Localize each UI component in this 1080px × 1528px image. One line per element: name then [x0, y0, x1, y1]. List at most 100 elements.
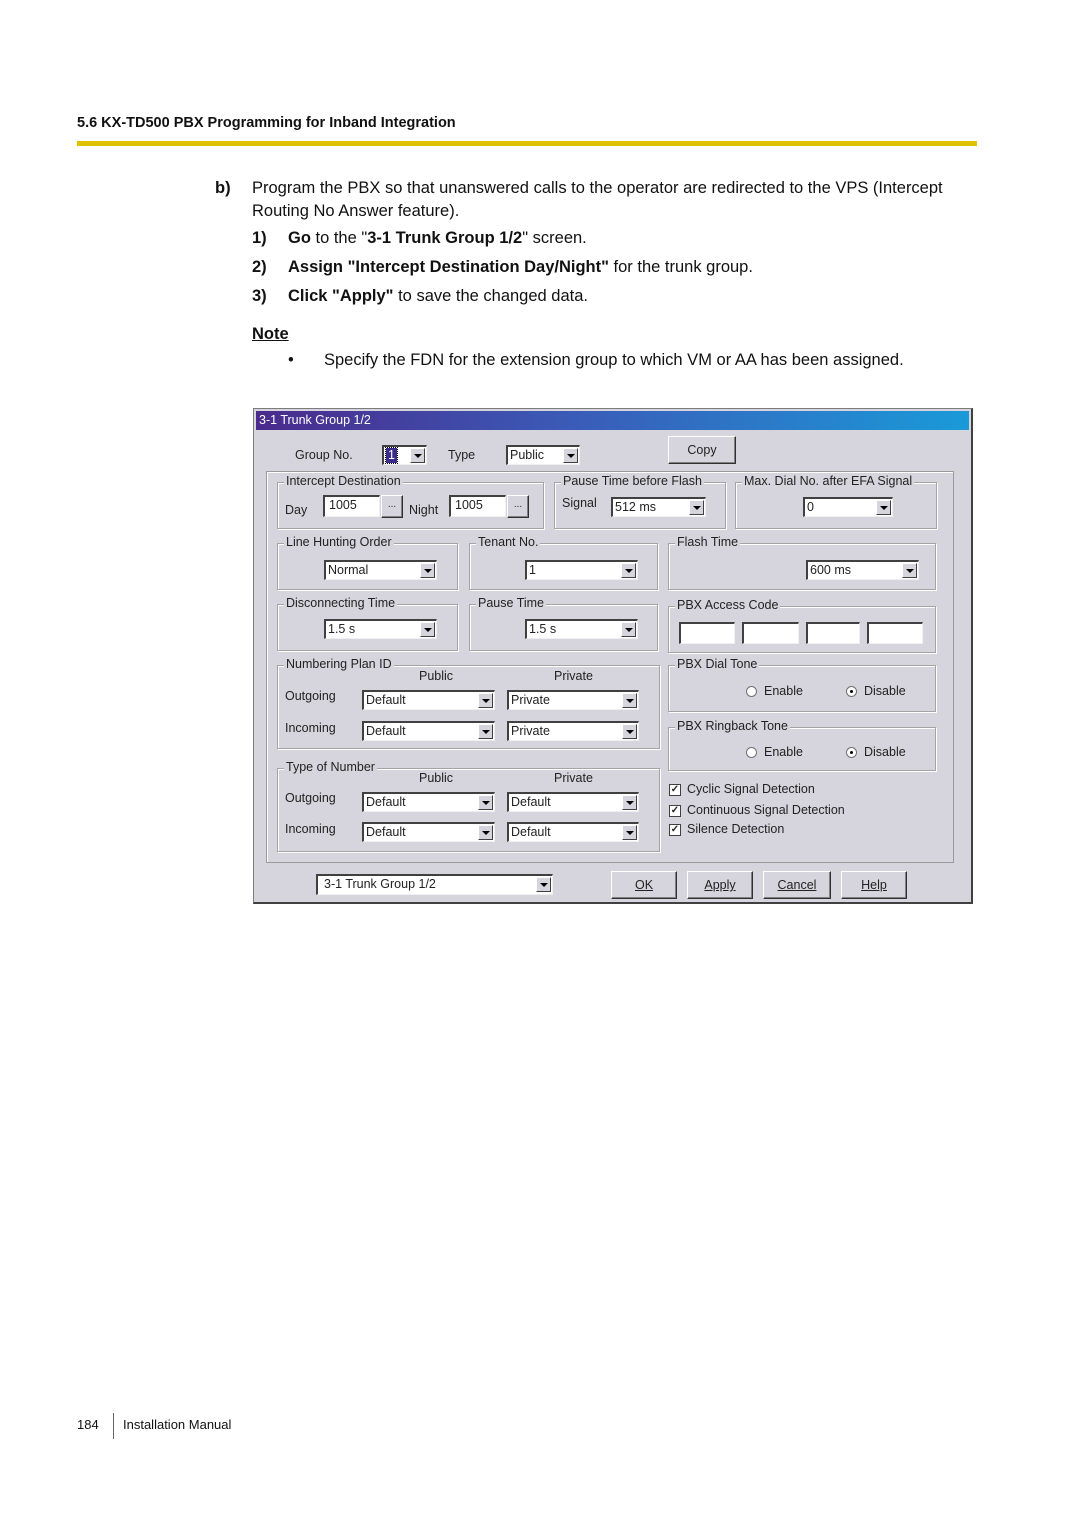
incoming-label: Incoming	[285, 721, 336, 735]
group-title: PBX Access Code	[675, 598, 781, 612]
pbx-access-code-input-3[interactable]	[806, 622, 860, 644]
ringback-tone-disable-radio[interactable]	[846, 747, 857, 758]
night-browse-button[interactable]: ...	[507, 495, 529, 518]
type-of-number-incoming-public-select[interactable]: Default	[362, 822, 495, 842]
flash-time-select[interactable]: 600 ms	[806, 560, 919, 580]
max-dial-no-select[interactable]: 0	[803, 497, 893, 517]
outgoing-label: Outgoing	[285, 689, 336, 703]
numbering-plan-incoming-public-select[interactable]: Default	[362, 721, 495, 741]
select-value: 1.5 s	[529, 622, 557, 636]
silence-detection-checkbox[interactable]: ✓	[669, 824, 681, 836]
note-label: Note	[252, 325, 289, 343]
apply-button[interactable]: Apply	[687, 871, 753, 899]
group-no-select[interactable]: 1	[382, 445, 427, 465]
trunk-group-dialog: 3-1 Trunk Group 1/2 Group No. 1 Type Pub…	[253, 408, 973, 904]
type-of-number-outgoing-public-select[interactable]: Default	[362, 792, 495, 812]
pbx-access-code-input-2[interactable]	[742, 622, 799, 644]
chevron-down-icon[interactable]	[478, 795, 493, 810]
chevron-down-icon[interactable]	[478, 724, 493, 739]
tenant-no-group: Tenant No. 1	[469, 535, 658, 590]
line-hunting-order-select[interactable]: Normal	[324, 560, 437, 580]
numbering-plan-outgoing-public-select[interactable]: Default	[362, 690, 495, 710]
instruction-label: b)	[215, 179, 231, 197]
group-title: Disconnecting Time	[284, 596, 398, 610]
continuous-signal-detection-checkbox[interactable]: ✓	[669, 805, 681, 817]
group-title: Intercept Destination	[284, 474, 403, 488]
step-number: 2)	[252, 258, 267, 276]
dial-tone-disable-radio[interactable]	[846, 686, 857, 697]
pbx-access-code-input-1[interactable]	[679, 622, 735, 644]
night-input[interactable]: 1005	[449, 495, 506, 517]
chevron-down-icon[interactable]	[478, 825, 493, 840]
numbering-plan-outgoing-private-select[interactable]: Private	[507, 690, 639, 710]
select-value: Private	[511, 724, 550, 738]
chevron-down-icon[interactable]	[622, 795, 637, 810]
checkbox-label: Silence Detection	[687, 822, 785, 836]
chevron-down-icon[interactable]	[536, 877, 551, 892]
group-no-value: 1	[385, 447, 398, 464]
screen-selector[interactable]: 3-1 Trunk Group 1/2	[316, 874, 553, 895]
chevron-down-icon[interactable]	[410, 448, 425, 463]
step-bold: 3-1 Trunk Group 1/2	[367, 229, 523, 247]
day-input[interactable]: 1005	[323, 495, 380, 517]
select-value: Default	[511, 795, 551, 809]
checkbox-label: Continuous Signal Detection	[687, 803, 845, 817]
button-label: Apply	[704, 878, 736, 892]
chevron-down-icon[interactable]	[563, 448, 578, 463]
pbx-access-code-group: PBX Access Code	[668, 598, 936, 653]
line-hunting-order-group: Line Hunting Order Normal	[277, 535, 458, 590]
step-bold: Click "Apply"	[288, 287, 394, 305]
chevron-down-icon[interactable]	[622, 693, 637, 708]
select-value: Default	[366, 724, 406, 738]
step-plain: " screen.	[522, 229, 587, 247]
dial-tone-enable-radio[interactable]	[746, 686, 757, 697]
group-title: Type of Number	[284, 760, 377, 774]
step-plain: to save the changed data.	[393, 287, 588, 305]
cancel-button[interactable]: Cancel	[763, 871, 831, 899]
max-dial-no-group: Max. Dial No. after EFA Signal 0	[735, 474, 937, 529]
help-button[interactable]: Help	[841, 871, 907, 899]
group-no-label: Group No.	[295, 448, 353, 462]
dialog-title: 3-1 Trunk Group 1/2	[259, 413, 371, 427]
button-label: Cancel	[777, 878, 817, 892]
step-plain: for the trunk group.	[608, 258, 753, 276]
chevron-down-icon[interactable]	[622, 724, 637, 739]
pause-time-select[interactable]: 1.5 s	[525, 619, 638, 639]
select-value: Normal	[328, 563, 369, 577]
chevron-down-icon[interactable]	[622, 825, 637, 840]
column-header-private: Private	[554, 669, 593, 683]
select-value: 0	[807, 500, 814, 514]
type-select[interactable]: Public	[506, 445, 580, 465]
disconnecting-time-select[interactable]: 1.5 s	[324, 619, 437, 639]
step-text: Assign "Intercept Destination Day/Night"…	[288, 256, 753, 279]
group-title: PBX Ringback Tone	[675, 719, 790, 733]
flash-time-group: Flash Time 600 ms	[668, 535, 936, 590]
chevron-down-icon[interactable]	[420, 622, 435, 637]
chevron-down-icon[interactable]	[876, 500, 891, 515]
ok-button[interactable]: OK	[611, 871, 677, 899]
chevron-down-icon[interactable]	[902, 563, 917, 578]
ringback-tone-enable-radio[interactable]	[746, 747, 757, 758]
chevron-down-icon[interactable]	[420, 563, 435, 578]
chevron-down-icon[interactable]	[478, 693, 493, 708]
day-browse-button[interactable]: ...	[381, 495, 403, 518]
note-text: Specify the FDN for the extension group …	[324, 351, 904, 369]
step-bold: Go	[288, 229, 311, 247]
copy-button[interactable]: Copy	[668, 436, 736, 464]
type-of-number-group: Type of Number Public Private Outgoing I…	[277, 760, 660, 852]
type-of-number-incoming-private-select[interactable]: Default	[507, 822, 639, 842]
outgoing-label: Outgoing	[285, 791, 336, 805]
chevron-down-icon[interactable]	[621, 563, 636, 578]
chevron-down-icon[interactable]	[689, 500, 704, 515]
night-label: Night	[409, 503, 439, 517]
numbering-plan-incoming-private-select[interactable]: Private	[507, 721, 639, 741]
type-of-number-outgoing-private-select[interactable]: Default	[507, 792, 639, 812]
pbx-access-code-input-4[interactable]	[867, 622, 923, 644]
select-value: 3-1 Trunk Group 1/2	[324, 877, 436, 891]
tenant-no-select[interactable]: 1	[525, 560, 638, 580]
pause-time-before-flash-select[interactable]: 512 ms	[611, 497, 706, 517]
chevron-down-icon[interactable]	[621, 622, 636, 637]
group-title: Pause Time before Flash	[561, 474, 704, 488]
cyclic-signal-detection-checkbox[interactable]: ✓	[669, 784, 681, 796]
group-title: Flash Time	[675, 535, 741, 549]
